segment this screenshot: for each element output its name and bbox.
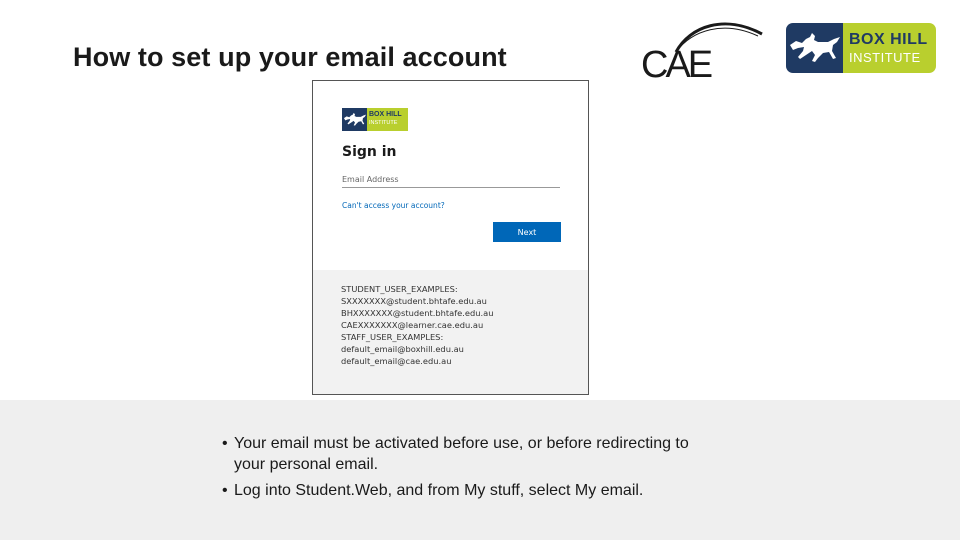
horse-icon bbox=[790, 33, 840, 62]
bullet-item: • Your email must be activated before us… bbox=[222, 433, 704, 475]
bullet-marker: • bbox=[222, 482, 228, 499]
slide-title: How to set up your email account bbox=[73, 42, 507, 72]
next-button[interactable]: Next bbox=[493, 222, 561, 242]
bullet-text: Your email must be activated before use,… bbox=[234, 435, 689, 473]
hint-line: STUDENT_USER_EXAMPLES: bbox=[341, 284, 458, 294]
hint-line: BHXXXXXXX@student.bhtafe.edu.au bbox=[341, 308, 494, 318]
signin-logo-line1: BOX HILL bbox=[369, 111, 402, 118]
bullet-item: • Log into Student.Web, and from My stuf… bbox=[222, 480, 704, 501]
hint-line: CAEXXXXXXX@learner.cae.edu.au bbox=[341, 320, 484, 330]
boxhill-logo-line2: INSTITUTE bbox=[849, 50, 921, 65]
email-field[interactable] bbox=[342, 171, 560, 188]
cae-logo: CAE bbox=[640, 16, 765, 86]
hint-line: STAFF_USER_EXAMPLES: bbox=[341, 332, 444, 342]
bullet-marker: • bbox=[222, 435, 228, 452]
hint-line: default_email@cae.edu.au bbox=[341, 356, 452, 366]
boxhill-logo-line1: BOX HILL bbox=[849, 31, 928, 48]
horse-icon bbox=[343, 112, 367, 126]
signin-logo: BOX HILL INSTITUTE bbox=[342, 108, 408, 131]
signin-heading: Sign in bbox=[342, 144, 397, 160]
cae-logo-text: CAE bbox=[641, 44, 713, 86]
bullet-text: Log into Student.Web, and from My stuff,… bbox=[234, 482, 644, 499]
hint-panel: STUDENT_USER_EXAMPLES: SXXXXXXX@student.… bbox=[313, 270, 588, 394]
hint-line: default_email@boxhill.edu.au bbox=[341, 344, 464, 354]
hint-line: SXXXXXXX@student.bhtafe.edu.au bbox=[341, 296, 487, 306]
cant-access-link[interactable]: Can't access your account? bbox=[342, 201, 445, 210]
boxhill-logo: BOX HILL INSTITUTE bbox=[786, 23, 936, 73]
signin-screenshot: BOX HILL INSTITUTE Sign in Can't access … bbox=[312, 80, 589, 395]
signin-logo-line2: INSTITUTE bbox=[369, 120, 398, 126]
